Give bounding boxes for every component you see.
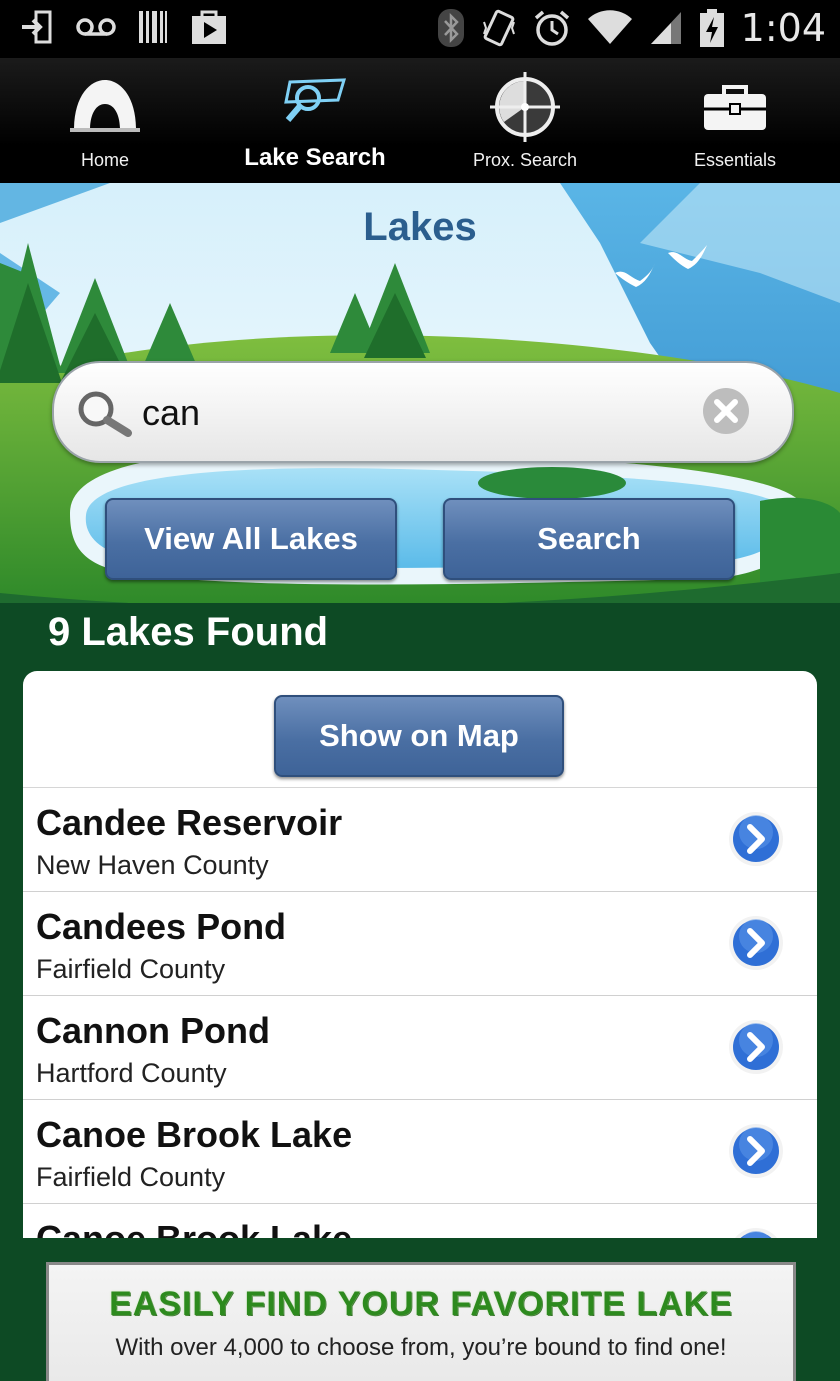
chevron-right-icon[interactable] [727, 1226, 785, 1238]
lake-scene-header: Lakes View All Lakes Search [0, 183, 840, 603]
lake-county: New Haven County [36, 850, 269, 880]
tab-prox-search[interactable]: Prox. Search [420, 58, 630, 183]
list-item[interactable]: Candees Pond Fairfield County [23, 892, 817, 996]
chevron-right-icon[interactable] [727, 810, 785, 873]
list-item[interactable]: Candee Reservoir New Haven County [23, 788, 817, 892]
chevron-right-icon[interactable] [727, 1018, 785, 1081]
list-item[interactable]: Canoe Brook Lake Fairfield County [23, 1100, 817, 1204]
show-on-map-button[interactable]: Show on Map [274, 695, 564, 777]
page-title: Lakes [363, 205, 477, 249]
battery-charging-icon [699, 8, 725, 48]
crosshair-icon [490, 72, 560, 147]
results-count: 9 Lakes Found [48, 610, 329, 654]
tent-icon [70, 76, 140, 139]
search-icon [76, 389, 132, 442]
lake-name: Canoe Brook Lake [36, 1218, 352, 1238]
sign-in-icon [20, 8, 54, 46]
alarm-icon [533, 9, 571, 47]
toolbox-icon [702, 76, 768, 139]
banner-subtext: With over 4,000 to choose from, you’re b… [115, 1334, 727, 1361]
lake-county: Hartford County [36, 1058, 227, 1088]
tab-home[interactable]: Home [0, 58, 210, 183]
lake-county: Fairfield County [36, 954, 226, 984]
lake-name: Candees Pond [36, 906, 287, 947]
promo-banner[interactable]: EASILY FIND YOUR FAVORITE LAKE With over… [46, 1262, 796, 1381]
chevron-right-icon[interactable] [727, 1122, 785, 1185]
banner-headline: EASILY FIND YOUR FAVORITE LAKE [109, 1285, 733, 1323]
lake-county: Fairfield County [36, 1162, 226, 1192]
search-input[interactable] [140, 383, 684, 443]
lake-name: Candee Reservoir [36, 802, 343, 843]
status-bar: 1:04 [0, 0, 840, 58]
lake-name: Canoe Brook Lake [36, 1114, 353, 1155]
wifi-icon [587, 10, 633, 46]
list-item[interactable]: Cannon Pond Hartford County [23, 996, 817, 1100]
play-store-icon [190, 8, 228, 46]
tab-essentials[interactable]: Essentials [630, 58, 840, 183]
lake-name: Cannon Pond [36, 1010, 270, 1051]
search-button[interactable]: Search [443, 498, 735, 580]
view-all-lakes-button[interactable]: View All Lakes [105, 498, 397, 580]
clear-icon[interactable] [702, 387, 750, 440]
results-list[interactable]: Show on Map Candee Reservoir New Haven C… [23, 671, 817, 1238]
signal-icon [649, 10, 683, 46]
voicemail-icon [76, 15, 116, 39]
search-field[interactable] [52, 361, 794, 463]
list-item[interactable]: Canoe Brook Lake [23, 1204, 817, 1238]
chevron-right-icon[interactable] [727, 914, 785, 977]
tab-lake-search[interactable]: Lake Search [210, 58, 420, 183]
bluetooth-icon [437, 8, 465, 48]
vibrate-icon [481, 8, 517, 48]
barcode-icon [138, 9, 168, 45]
top-nav: Home Lake Search Prox. Search Essentials [0, 58, 840, 183]
lake-search-icon [280, 76, 350, 133]
show-map-row: Show on Map [23, 671, 817, 788]
clock: 1:04 [740, 6, 826, 50]
